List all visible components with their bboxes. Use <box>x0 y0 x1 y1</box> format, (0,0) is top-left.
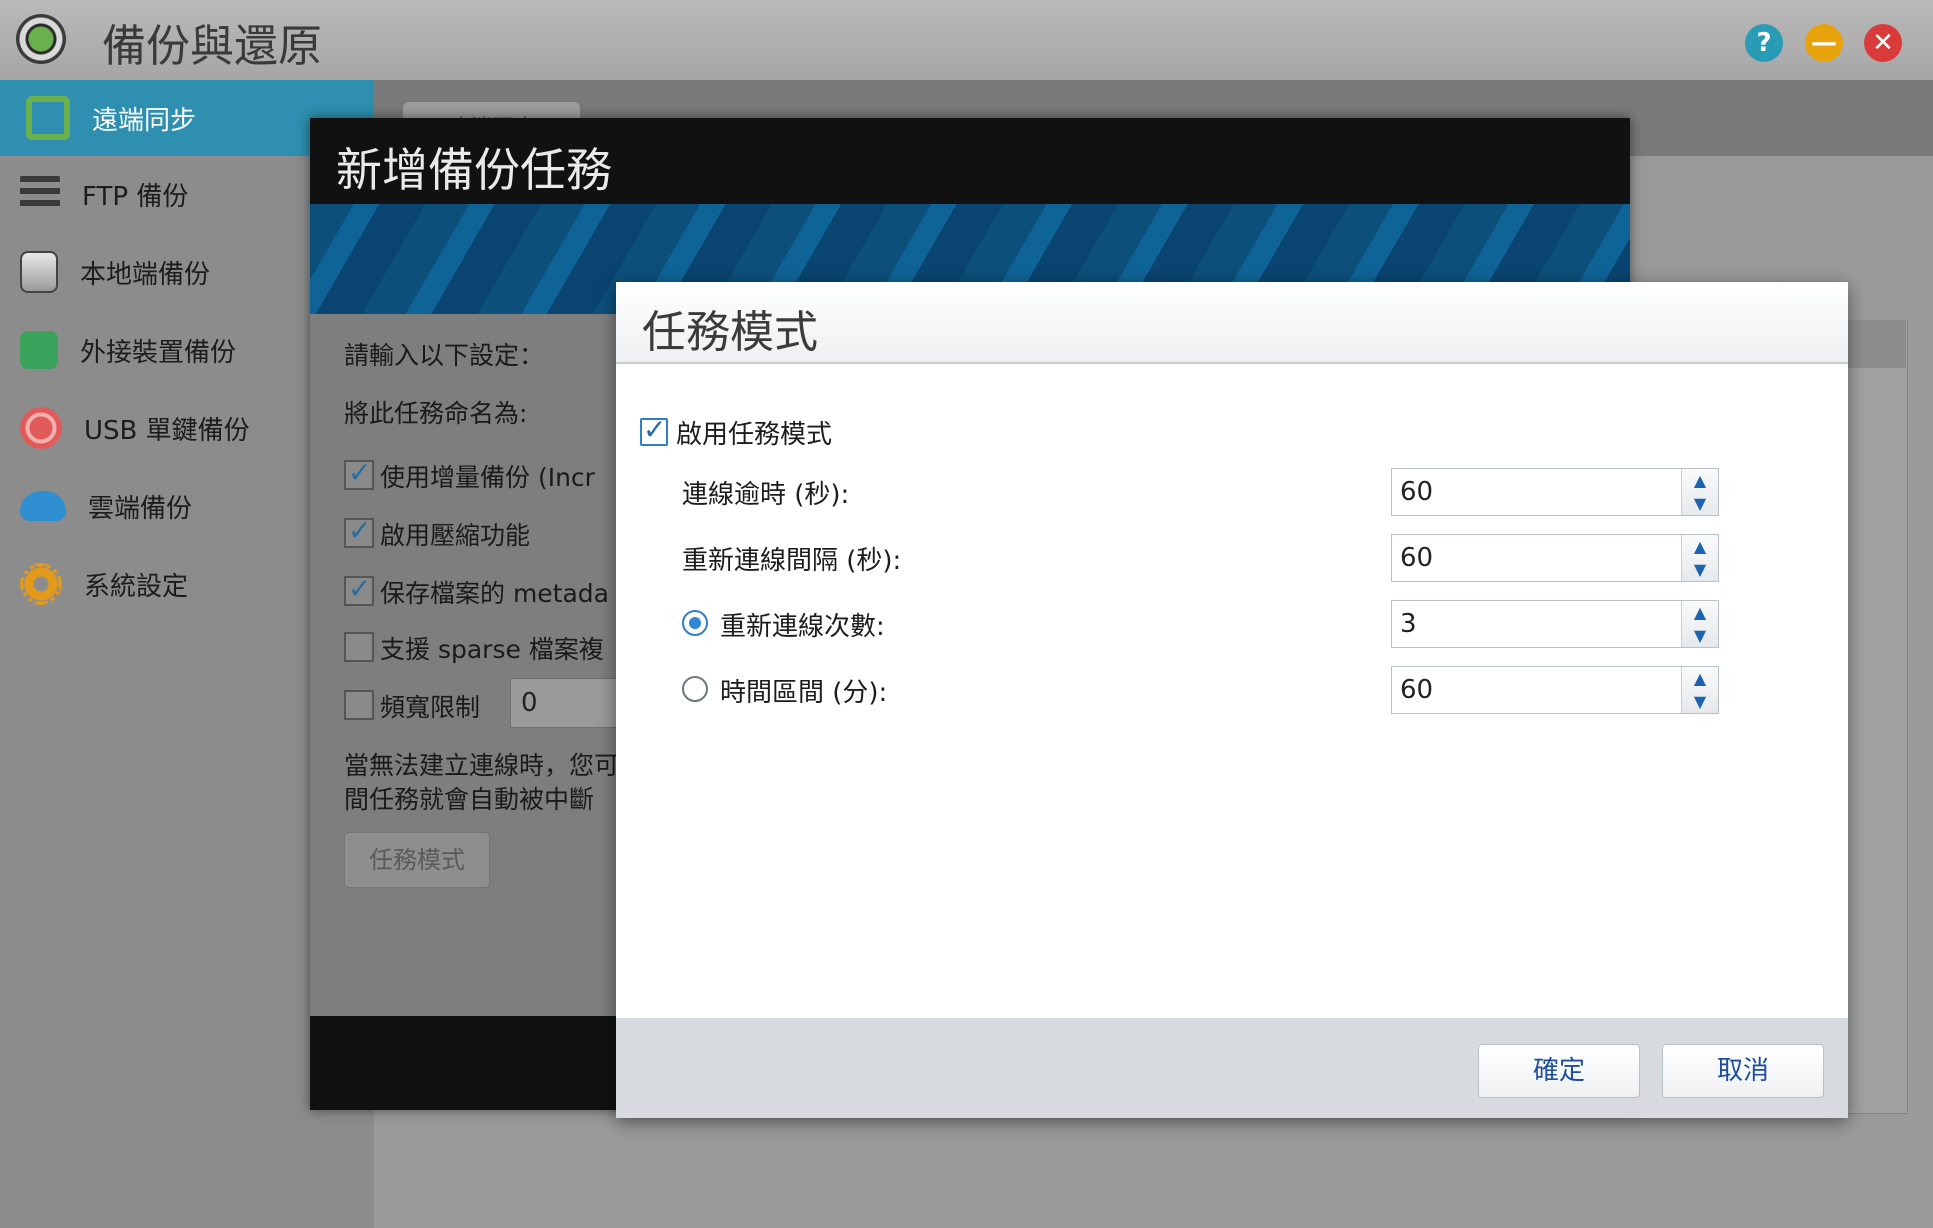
time-range-stepper[interactable]: 60 ▲ ▼ <box>1391 666 1719 714</box>
reconnect-interval-value[interactable]: 60 <box>1400 535 1433 581</box>
settings-prompt: 請輸入以下設定： <box>344 341 545 370</box>
sync-icon <box>26 96 70 140</box>
sidebar-item-label: 遠端同步 <box>92 105 197 136</box>
sparse-checkbox[interactable] <box>344 632 374 662</box>
sidebar-item-label: 雲端備份 <box>88 493 193 524</box>
note-line-1: 當無法建立連線時，您可 <box>344 751 620 780</box>
incremental-backup-checkbox[interactable] <box>344 456 374 490</box>
sidebar-item-label: FTP 備份 <box>82 181 189 212</box>
external-device-icon <box>20 331 58 369</box>
chevron-up-icon[interactable]: ▲ <box>1682 601 1718 624</box>
chevron-up-icon[interactable]: ▲ <box>1682 535 1718 558</box>
task-mode-header: 任務模式 <box>616 282 1848 364</box>
enable-task-mode-label: 啟用任務模式 <box>676 420 833 450</box>
app-logo-icon <box>16 14 66 64</box>
task-mode-title: 任務模式 <box>642 307 818 358</box>
note-line-2: 間任務就會自動被中斷 <box>344 785 595 814</box>
time-range-label: 時間區間 (分): <box>720 678 888 708</box>
reconnect-interval-stepper[interactable]: 60 ▲ ▼ <box>1391 534 1719 582</box>
reconnect-count-label: 重新連線次數: <box>720 612 885 642</box>
bandwidth-limit-label: 頻寬限制 <box>380 693 481 722</box>
reconnect-interval-label: 重新連線間隔 (秒): <box>682 546 902 576</box>
stepper-buttons: ▲ ▼ <box>1681 535 1718 581</box>
cloud-icon <box>20 491 66 521</box>
compression-label: 啟用壓縮功能 <box>380 521 531 550</box>
cancel-button[interactable]: 取消 <box>1662 1044 1824 1098</box>
compression-checkbox[interactable] <box>344 514 374 548</box>
metadata-checkbox[interactable] <box>344 572 374 606</box>
connection-timeout-value[interactable]: 60 <box>1400 469 1433 515</box>
sidebar-item-label: 本地端備份 <box>80 259 211 290</box>
sparse-label: 支援 sparse 檔案複 <box>380 635 604 664</box>
sidebar-item-label: 系統設定 <box>84 571 189 602</box>
minimize-button[interactable]: — <box>1805 24 1843 62</box>
time-range-value[interactable]: 60 <box>1400 667 1433 713</box>
title-bar: 備份與還原 ? — ✕ <box>0 0 1933 80</box>
ftp-server-icon <box>20 176 60 212</box>
chevron-down-icon[interactable]: ▼ <box>1682 690 1718 713</box>
enable-task-mode-checkbox[interactable] <box>640 413 668 446</box>
chevron-up-icon[interactable]: ▲ <box>1682 667 1718 690</box>
stepper-buttons: ▲ ▼ <box>1681 667 1718 713</box>
task-mode-dialog: 任務模式 啟用任務模式 連線逾時 (秒): 60 ▲ ▼ 重新連線間隔 (秒):… <box>616 282 1848 1118</box>
reconnect-count-value[interactable]: 3 <box>1400 601 1417 647</box>
dialog-title: 新增備份任務 <box>336 143 612 197</box>
app-title: 備份與還原 <box>102 21 322 72</box>
incremental-backup-label: 使用增量備份 (Incr <box>380 463 595 492</box>
connection-timeout-stepper[interactable]: 60 ▲ ▼ <box>1391 468 1719 516</box>
chevron-up-icon[interactable]: ▲ <box>1682 469 1718 492</box>
reconnect-count-radio[interactable] <box>682 610 708 636</box>
gear-icon <box>20 563 62 605</box>
help-button[interactable]: ? <box>1745 24 1783 62</box>
bandwidth-limit-checkbox[interactable] <box>344 690 374 720</box>
local-disk-icon <box>20 251 58 293</box>
close-button[interactable]: ✕ <box>1864 24 1902 62</box>
stepper-buttons: ▲ ▼ <box>1681 469 1718 515</box>
dialog-header: 新增備份任務 <box>310 118 1630 204</box>
chevron-down-icon[interactable]: ▼ <box>1682 624 1718 647</box>
time-range-radio[interactable] <box>682 676 708 702</box>
ok-button[interactable]: 確定 <box>1478 1044 1640 1098</box>
connection-timeout-label: 連線逾時 (秒): <box>682 480 850 510</box>
sidebar-item-label: USB 單鍵備份 <box>84 415 250 446</box>
reconnect-count-stepper[interactable]: 3 ▲ ▼ <box>1391 600 1719 648</box>
task-mode-button[interactable]: 任務模式 <box>344 832 490 888</box>
metadata-label: 保存檔案的 metada <box>380 579 609 608</box>
sidebar-item-label: 外接裝置備份 <box>80 337 237 368</box>
usb-button-icon <box>20 407 62 449</box>
chevron-down-icon[interactable]: ▼ <box>1682 492 1718 515</box>
stepper-buttons: ▲ ▼ <box>1681 601 1718 647</box>
chevron-down-icon[interactable]: ▼ <box>1682 558 1718 581</box>
task-name-label: 將此任務命名為: <box>344 399 528 428</box>
